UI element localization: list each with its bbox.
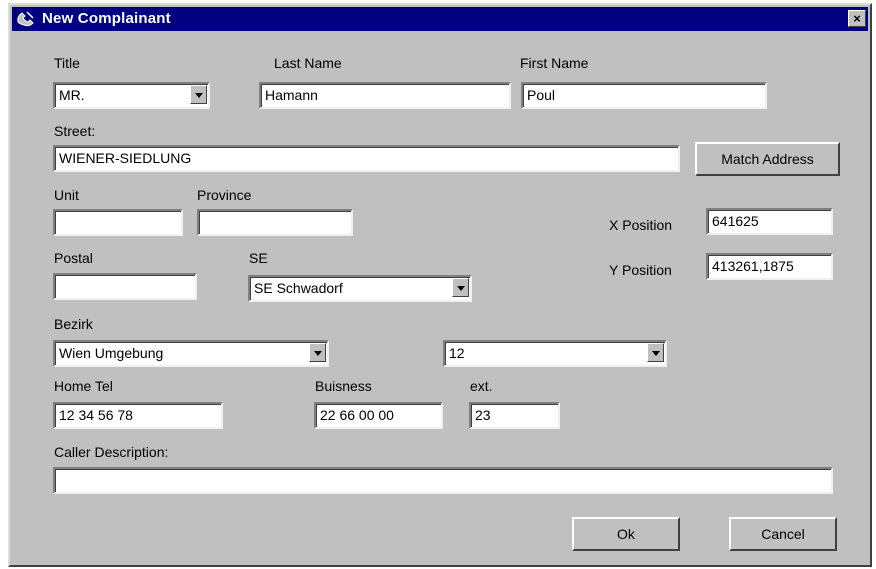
- buisness-input[interactable]: 22 66 00 00: [314, 402, 443, 429]
- last-name-label: Last Name: [274, 55, 342, 71]
- title-select-value: MR.: [59, 87, 85, 103]
- bezirk-select[interactable]: Wien Umgebung: [53, 340, 329, 367]
- title-bar[interactable]: New Complainant ×: [12, 7, 868, 31]
- title-label: Title: [54, 55, 80, 71]
- chevron-down-icon[interactable]: [452, 278, 469, 297]
- chevron-down-icon[interactable]: [309, 343, 326, 362]
- cancel-button[interactable]: Cancel: [729, 517, 837, 551]
- caller-description-input[interactable]: [53, 467, 833, 494]
- ext-input[interactable]: 23: [469, 402, 560, 429]
- chevron-down-icon[interactable]: [647, 343, 664, 362]
- se-select-value: SE Schwadorf: [254, 280, 343, 296]
- title-select[interactable]: MR.: [53, 82, 210, 109]
- ok-button[interactable]: Ok: [572, 517, 680, 551]
- postal-label: Postal: [54, 250, 93, 266]
- unit-label: Unit: [54, 187, 79, 203]
- first-name-label: First Name: [520, 55, 589, 71]
- ext-label: ext.: [470, 378, 493, 394]
- bezirk-label: Bezirk: [54, 316, 93, 332]
- chevron-down-icon[interactable]: [190, 85, 207, 104]
- window-title: New Complainant: [42, 10, 171, 27]
- first-name-input[interactable]: Poul: [521, 82, 767, 109]
- se-select[interactable]: SE Schwadorf: [248, 275, 472, 302]
- y-position-label: Y Position: [609, 262, 672, 278]
- caller-description-label: Caller Description:: [54, 444, 169, 460]
- x-position-input[interactable]: 641625: [706, 208, 833, 235]
- phone-icon: [17, 11, 34, 27]
- se-label: SE: [249, 250, 268, 266]
- province-input[interactable]: [197, 209, 353, 236]
- bezirk-number-select[interactable]: 12: [443, 340, 667, 367]
- postal-input[interactable]: [53, 273, 197, 300]
- home-tel-input[interactable]: 12 34 56 78: [53, 402, 223, 429]
- x-position-label: X Position: [609, 217, 673, 233]
- unit-input[interactable]: [53, 209, 183, 236]
- match-address-button[interactable]: Match Address: [695, 142, 840, 176]
- street-input[interactable]: WIENER-SIEDLUNG: [53, 145, 680, 172]
- street-label: Street:: [54, 123, 96, 139]
- bezirk-number-select-value: 12: [449, 345, 465, 361]
- close-button[interactable]: ×: [848, 10, 866, 27]
- buisness-label: Buisness: [315, 378, 372, 394]
- bezirk-select-value: Wien Umgebung: [59, 345, 164, 361]
- province-label: Province: [197, 187, 252, 203]
- home-tel-label: Home Tel: [54, 378, 113, 394]
- y-position-input[interactable]: 413261,1875: [706, 253, 833, 280]
- new-complainant-dialog: New Complainant × Title Last Name First …: [8, 3, 872, 567]
- last-name-input[interactable]: Hamann: [259, 82, 511, 109]
